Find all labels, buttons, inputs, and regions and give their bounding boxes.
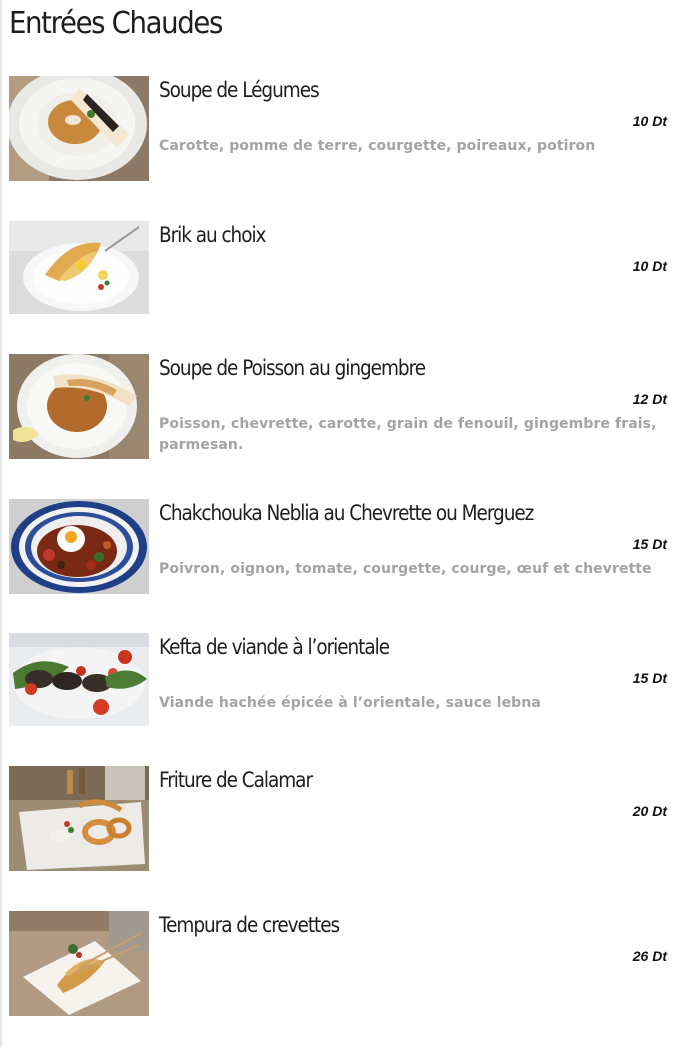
dish-price: 26 Dt [632, 948, 667, 964]
dish-photo-calamar [9, 766, 149, 871]
dish-name: Soupe de Poisson au gingembre [159, 356, 426, 380]
dish-description: Carotte, pomme de terre, courgette, poir… [159, 138, 596, 154]
page-left-border [0, 0, 2, 1047]
dish-photo-kefta [9, 633, 149, 726]
dish-name: Brik au choix [159, 223, 266, 247]
dish-photo-soupe-legumes [9, 76, 149, 181]
dish-name: Soupe de Légumes [159, 78, 320, 102]
dish-price: 10 Dt [632, 113, 667, 129]
dish-photo-chakchouka [9, 499, 149, 594]
dish-photo-brik [9, 221, 149, 314]
dish-description: Poisson, chevrette, carotte, grain de fe… [159, 416, 657, 453]
dish-photo-soupe-poisson [9, 354, 149, 459]
dish-name: Friture de Calamar [159, 768, 313, 792]
dish-description: Viande hachée épicée à l’orientale, sauc… [159, 695, 541, 711]
dish-photo-tempura [9, 911, 149, 1016]
dish-description: Poivron, oignon, tomate, courgette, cour… [159, 561, 652, 577]
dish-price: 15 Dt [632, 670, 667, 686]
dish-name: Tempura de crevettes [159, 913, 340, 937]
dish-name: Kefta de viande à l’orientale [159, 635, 390, 659]
section-title: Entrées Chaudes [9, 6, 223, 41]
dish-price: 10 Dt [632, 258, 667, 274]
dish-name: Chakchouka Neblia au Chevrette ou Mergue… [159, 501, 534, 525]
dish-price: 20 Dt [632, 803, 667, 819]
dish-price: 15 Dt [632, 536, 667, 552]
dish-price: 12 Dt [632, 391, 667, 407]
